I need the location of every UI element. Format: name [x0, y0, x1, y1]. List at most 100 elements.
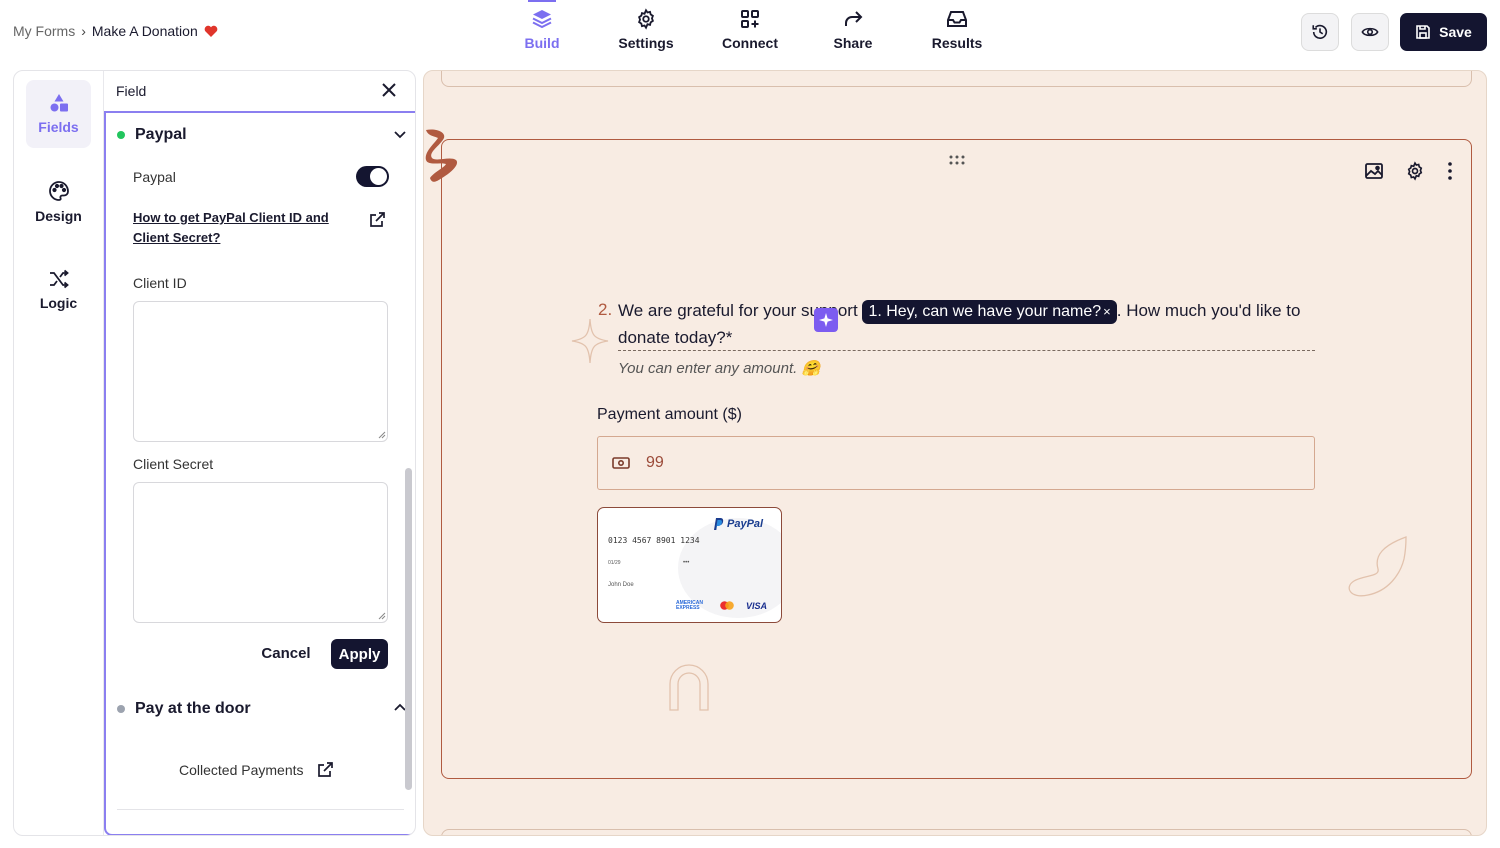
- close-icon[interactable]: [382, 83, 396, 97]
- paypal-toggle[interactable]: [356, 166, 389, 187]
- recall-pill-label: 1. Hey, can we have your name?: [868, 303, 1102, 320]
- gear-icon[interactable]: [1405, 161, 1425, 181]
- tab-label: Settings: [618, 35, 674, 51]
- apply-button[interactable]: Apply: [331, 639, 388, 669]
- form-canvas: 2. We are grateful for your support 1. H…: [423, 70, 1487, 836]
- collected-payments-label: Collected Payments: [179, 762, 304, 778]
- cancel-button[interactable]: Cancel: [256, 638, 316, 668]
- card-expiry: 01/29: [608, 560, 621, 566]
- breadcrumb-separator: ›: [81, 23, 86, 39]
- card-brand: PayPal: [727, 518, 764, 530]
- drag-handle-icon[interactable]: [948, 154, 966, 166]
- tab-results[interactable]: Results: [912, 8, 1002, 60]
- question-hint[interactable]: You can enter any amount. 🤗: [618, 359, 820, 377]
- save-button[interactable]: Save: [1400, 13, 1487, 51]
- save-label: Save: [1439, 24, 1472, 40]
- payment-methods-body: Paypal Paypal How to get PayPal Client I…: [104, 111, 415, 835]
- tab-label: Share: [833, 35, 873, 51]
- rail-label: Design: [35, 208, 82, 224]
- previous-question-card[interactable]: [441, 71, 1472, 87]
- rail-item-logic[interactable]: Logic: [26, 256, 91, 324]
- divider: [117, 809, 404, 810]
- grid-plus-icon: [739, 8, 761, 30]
- client-id-label: Client ID: [133, 275, 187, 291]
- tab-build[interactable]: Build: [497, 0, 587, 60]
- amex-logo: AMERICAN EXPRESS: [676, 600, 703, 611]
- external-link-icon: [316, 761, 334, 779]
- preview-button[interactable]: [1351, 13, 1389, 51]
- tab-share[interactable]: Share: [808, 8, 898, 60]
- next-question-card[interactable]: [441, 829, 1472, 835]
- client-secret-label: Client Secret: [133, 456, 214, 472]
- more-vertical-icon[interactable]: [1447, 161, 1453, 181]
- pay-at-door-heading: Pay at the door: [135, 700, 251, 717]
- scrollbar[interactable]: [405, 468, 412, 790]
- tab-label: Results: [931, 35, 983, 51]
- floppy-disk-icon: [1415, 24, 1431, 40]
- tab-active-indicator: [528, 0, 556, 2]
- resize-grip-icon[interactable]: [378, 612, 386, 620]
- external-link-icon[interactable]: [368, 211, 386, 229]
- chevron-down-icon[interactable]: [393, 127, 407, 141]
- ai-sparkle-button[interactable]: [814, 308, 838, 332]
- share-arrow-icon: [842, 8, 864, 30]
- tab-label: Connect: [722, 35, 778, 51]
- paypal-card-preview[interactable]: PayPal 0123 4567 8901 1234 01/29 ••• Joh…: [597, 507, 782, 623]
- status-dot: [117, 705, 125, 713]
- card-holder: John Doe: [608, 582, 634, 588]
- sidebar-rail: Fields Design Logic: [14, 71, 104, 835]
- image-icon[interactable]: [1364, 161, 1384, 181]
- shuffle-icon: [48, 269, 70, 289]
- layers-icon: [531, 8, 553, 30]
- rail-item-design[interactable]: Design: [26, 168, 91, 236]
- history-icon: [1311, 23, 1329, 41]
- card-cvv: •••: [683, 560, 690, 566]
- rail-label: Fields: [38, 119, 79, 135]
- field-settings-panel: Field Paypal Paypal How to get PayPal Cl…: [104, 71, 415, 835]
- tab-connect[interactable]: Connect: [705, 8, 795, 60]
- payment-amount-input[interactable]: 99: [597, 436, 1315, 490]
- close-icon[interactable]: ×: [1103, 304, 1111, 319]
- breadcrumb: My Forms › Make A Donation: [13, 23, 218, 39]
- left-sidebar: Fields Design Logic Field Paypal Paypal …: [13, 70, 416, 836]
- rail-item-fields[interactable]: Fields: [26, 80, 91, 148]
- sparkle-icon: [818, 312, 834, 328]
- client-secret-input[interactable]: [133, 482, 388, 623]
- paypal-section-header[interactable]: Paypal: [117, 123, 407, 147]
- status-dot: [117, 131, 125, 139]
- rail-label: Logic: [39, 295, 78, 311]
- paypal-help-link[interactable]: How to get PayPal Client ID and Client S…: [133, 208, 343, 248]
- pay-at-door-section-header[interactable]: Pay at the door: [117, 697, 407, 721]
- recall-pill[interactable]: 1. Hey, can we have your name? ×: [862, 300, 1117, 324]
- client-id-input[interactable]: [133, 301, 388, 442]
- payment-amount-label: Payment amount ($): [597, 406, 742, 423]
- palette-icon: [48, 180, 70, 202]
- breadcrumb-my-forms[interactable]: My Forms: [13, 23, 75, 39]
- question-title[interactable]: We are grateful for your support 1. Hey,…: [618, 297, 1318, 351]
- mastercard-logo-icon: [720, 601, 734, 610]
- payment-amount-value: 99: [646, 454, 664, 471]
- field-panel-title: Field: [116, 83, 147, 99]
- cash-icon: [612, 456, 630, 470]
- question-card[interactable]: 2. We are grateful for your support 1. H…: [441, 139, 1472, 779]
- gear-icon: [635, 8, 657, 30]
- resize-grip-icon[interactable]: [378, 431, 386, 439]
- tab-settings[interactable]: Settings: [601, 8, 691, 60]
- heart-icon: [204, 25, 218, 38]
- toggle-knob: [370, 168, 387, 185]
- paypal-logo: PayPal: [712, 517, 763, 531]
- breadcrumb-current-form[interactable]: Make A Donation: [92, 23, 198, 39]
- field-panel-header: Field: [104, 71, 415, 111]
- tab-label: Build: [524, 35, 560, 51]
- inbox-icon: [946, 8, 968, 30]
- visa-logo: VISA: [746, 601, 768, 611]
- paypal-heading: Paypal: [135, 126, 187, 143]
- shapes-icon: [48, 93, 70, 113]
- paypal-toggle-label: Paypal: [133, 169, 176, 185]
- collected-payments-link[interactable]: Collected Payments: [179, 761, 334, 779]
- history-button[interactable]: [1301, 13, 1339, 51]
- question-underline: [618, 350, 1315, 351]
- eye-icon: [1361, 23, 1379, 41]
- card-number: 0123 4567 8901 1234: [608, 536, 700, 545]
- question-number: 2.: [598, 300, 613, 319]
